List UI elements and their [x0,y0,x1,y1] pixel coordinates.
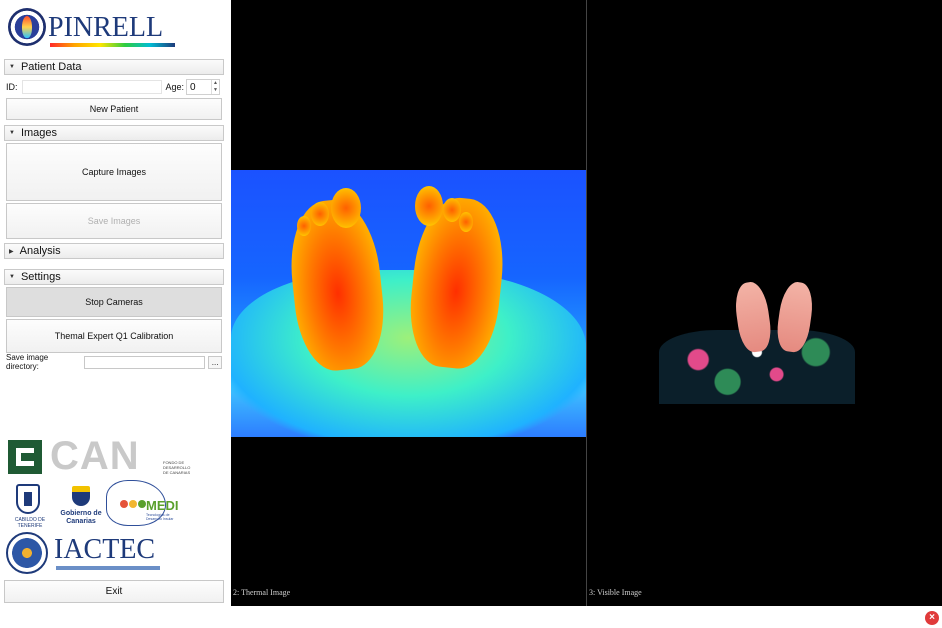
age-value: 0 [190,81,196,93]
section-title: Settings [20,271,61,283]
section-header-patient-data[interactable]: ▼ Patient Data [4,59,224,75]
cabildo-shield-icon [16,484,40,514]
spin-up-icon[interactable]: ▲ [212,80,219,87]
thermal-toe [311,202,329,226]
stop-cameras-button[interactable]: Stop Cameras [6,287,222,317]
university-seal-icon [6,532,48,574]
spin-down-icon[interactable]: ▼ [212,87,219,94]
medi-logo: MEDI Tecnologías de Desarrollo Insular [106,480,186,530]
gobierno-crest-icon [72,486,90,506]
save-directory-label: Save image directory: [6,353,49,371]
age-spinbox[interactable]: 0 ▲ ▼ [186,79,221,95]
thermal-toe [459,212,473,232]
thermal-blanket [231,270,586,437]
chevron-right-icon: ▶ [9,248,14,255]
chevron-down-icon: ▼ [9,64,15,70]
calibration-button[interactable]: Themal Expert Q1 Calibration [6,319,222,353]
save-directory-row: Save image directory: ... [6,353,222,371]
chevron-down-icon: ▼ [9,274,15,280]
thermal-image-caption: 2: Thermal Image [233,588,291,597]
visible-image-caption: 3: Visible Image [589,588,642,597]
gobierno-logo-text: Gobierno de Canarias [60,510,102,525]
thermal-image [231,170,586,437]
section-header-images[interactable]: ▼ Images [4,125,224,141]
section-title: Patient Data [20,61,82,73]
age-label: Age: [165,82,185,92]
section-title: Analysis [19,245,61,257]
patient-id-input[interactable] [21,80,162,94]
cabildo-logo: CABILDO DE TENERIFE [8,484,48,530]
iactec-underline [56,566,160,570]
can-logo-subtext: FONDO DE DESARROLLO DE CANARIAS [163,460,191,475]
section-header-settings[interactable]: ▼ Settings [4,269,224,285]
capture-images-button[interactable]: Capture Images [6,143,222,201]
visible-image [659,278,859,404]
cabildo-logo-text: CABILDO DE TENERIFE [14,517,46,529]
thermal-toe [331,188,361,228]
thermal-toe [297,216,311,236]
thermal-toe [415,186,443,226]
can-logo-text: CAN [50,434,140,478]
save-directory-input[interactable] [83,355,206,369]
can-logo: CAN FONDO DE DESARROLLO DE CANARIAS [8,434,190,480]
medi-logo-text: MEDI [146,498,179,513]
section-header-analysis[interactable]: ▶ Analysis [4,243,224,259]
pinrell-seal-icon [8,8,46,46]
exit-button[interactable]: Exit [4,580,224,603]
save-images-button[interactable]: Save Images [6,203,222,239]
chevron-down-icon: ▼ [9,130,15,136]
patient-fields-row: ID: Age: 0 ▲ ▼ [6,79,224,95]
can-square-icon [8,440,42,474]
iactec-logo: IACTEC [6,532,166,578]
section-title: Images [20,127,58,139]
new-patient-button[interactable]: New Patient [6,98,222,120]
control-panel: PINRELL ▼ Patient Data ID: Age: 0 ▲ ▼ Ne… [0,0,230,606]
iactec-logo-text: IACTEC [54,534,156,565]
id-label: ID: [6,82,18,92]
close-icon[interactable]: × [925,611,939,625]
pinrell-logo: PINRELL [8,8,178,54]
spin-arrows[interactable]: ▲ ▼ [211,80,219,94]
browse-directory-button[interactable]: ... [208,355,222,369]
gobierno-logo: Gobierno de Canarias [58,486,104,532]
medi-logo-subtext: Tecnologías de Desarrollo Insular [146,513,174,521]
visible-image-viewer[interactable]: 3: Visible Image [587,0,942,606]
pinrell-logo-text: PINRELL [48,12,164,43]
pinrell-color-bar [50,43,175,47]
thermal-image-viewer[interactable]: 2: Thermal Image [231,0,586,606]
pinrell-app-window: PINRELL ▼ Patient Data ID: Age: 0 ▲ ▼ Ne… [0,0,942,628]
